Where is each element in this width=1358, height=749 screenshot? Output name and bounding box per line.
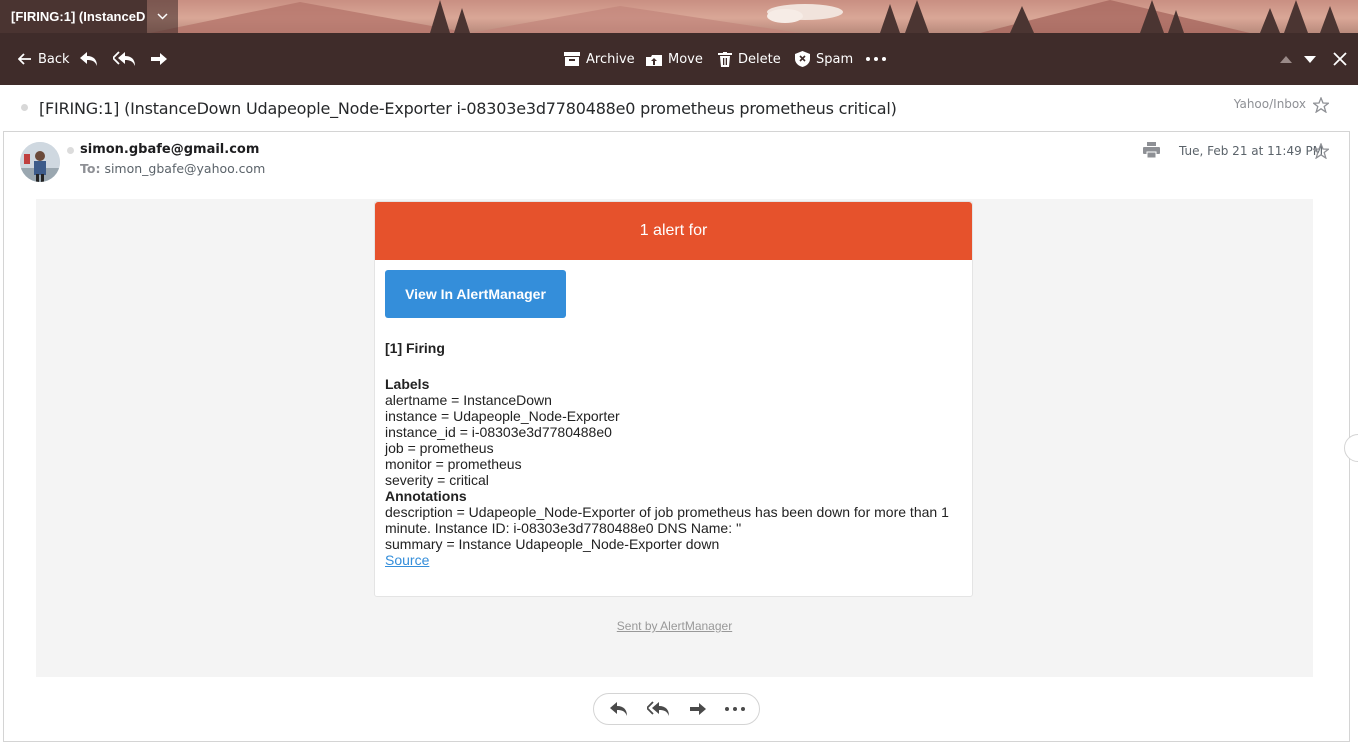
reply-all-button[interactable]	[113, 33, 135, 85]
message-date: Tue, Feb 21 at 11:49 PM	[1179, 144, 1324, 158]
reply-icon	[80, 52, 97, 66]
recipient-line: To: simon_gbafe@yahoo.com	[80, 161, 265, 176]
labels-heading: Labels	[385, 376, 430, 392]
more-actions-button[interactable]	[866, 33, 886, 85]
forward-button[interactable]	[150, 33, 168, 85]
message-subject: [FIRING:1] (InstanceDown Udapeople_Node-…	[39, 99, 897, 118]
star-icon[interactable]	[1313, 143, 1329, 159]
move-icon	[646, 55, 662, 66]
message-card: simon.gbafe@gmail.com To: simon_gbafe@ya…	[3, 131, 1350, 742]
delete-button[interactable]: Delete	[718, 33, 781, 85]
tab-current-message[interactable]: [FIRING:1] (InstanceD	[0, 0, 147, 33]
view-in-alertmanager-button[interactable]: View In AlertManager	[385, 270, 566, 318]
reply-button[interactable]	[79, 33, 98, 85]
annotation-line: description = Udapeople_Node-Exporter of…	[385, 504, 949, 536]
move-label: Move	[668, 51, 703, 67]
back-button[interactable]: Back	[18, 33, 70, 85]
sender-address[interactable]: simon.gbafe@gmail.com	[80, 142, 259, 157]
bottom-action-bar	[593, 693, 760, 725]
alert-container: 1 alert for View In AlertManager [1] Fir…	[374, 201, 973, 597]
label-line: monitor = prometheus	[385, 456, 522, 472]
more-icon[interactable]	[725, 707, 745, 711]
more-icon	[866, 57, 886, 61]
spam-button[interactable]: Spam	[795, 33, 853, 85]
forward-icon[interactable]	[689, 702, 707, 716]
print-icon[interactable]	[1143, 142, 1160, 158]
to-label: To:	[80, 161, 101, 176]
label-line: severity = critical	[385, 472, 489, 488]
delete-label: Delete	[738, 51, 781, 67]
close-icon	[1333, 52, 1347, 66]
avatar-image	[20, 142, 60, 182]
folder-path[interactable]: Yahoo/Inbox	[1234, 97, 1306, 111]
header-banner: [FIRING:1] (InstanceD	[0, 0, 1358, 33]
unread-indicator[interactable]	[21, 104, 28, 111]
chevron-down-icon	[157, 13, 168, 20]
recipient-address[interactable]: simon_gbafe@yahoo.com	[104, 161, 265, 176]
reply-icon[interactable]	[609, 701, 628, 717]
annotation-line: summary = Instance Udapeople_Node-Export…	[385, 536, 720, 552]
source-link[interactable]: Source	[385, 552, 960, 568]
previous-message-button[interactable]	[1280, 33, 1292, 85]
avatar[interactable]	[20, 142, 60, 182]
banner-scenery	[150, 0, 1340, 33]
message-toolbar: Back Archive Move Delete Spam	[0, 33, 1358, 85]
spam-label: Spam	[816, 51, 854, 67]
firing-heading: [1] Firing	[385, 340, 445, 356]
back-arrow-icon	[18, 53, 31, 65]
label-line: instance_id = i-08303e3d7780488e0	[385, 424, 612, 440]
back-label: Back	[38, 51, 70, 67]
sent-by-link[interactable]: Sent by AlertManager	[36, 619, 1313, 633]
tab-menu-button[interactable]	[147, 0, 178, 33]
label-line: instance = Udapeople_Node-Exporter	[385, 408, 620, 424]
label-line: alertname = InstanceDown	[385, 392, 552, 408]
email-body: 1 alert for View In AlertManager [1] Fir…	[36, 199, 1313, 677]
up-arrow-icon	[1280, 55, 1292, 63]
spam-shield-icon	[795, 51, 810, 67]
subject-row: [FIRING:1] (InstanceDown Udapeople_Node-…	[0, 85, 1358, 131]
label-line: job = prometheus	[385, 440, 494, 456]
alert-header: 1 alert for	[375, 202, 972, 260]
archive-label: Archive	[586, 51, 635, 67]
close-message-button[interactable]	[1333, 33, 1347, 85]
presence-indicator	[67, 147, 74, 154]
move-button[interactable]: Move	[646, 33, 703, 85]
alert-header-text: 1 alert for	[639, 222, 708, 239]
annotations-heading: Annotations	[385, 488, 467, 504]
trash-icon	[718, 51, 732, 67]
down-arrow-icon	[1304, 55, 1316, 63]
reply-all-icon	[113, 51, 135, 66]
archive-button[interactable]: Archive	[564, 33, 635, 85]
next-message-button[interactable]	[1304, 33, 1316, 85]
archive-icon	[564, 52, 580, 66]
tab-title: [FIRING:1] (InstanceD	[11, 9, 146, 24]
star-icon[interactable]	[1313, 97, 1329, 113]
forward-icon	[151, 53, 167, 65]
alert-details: [1] Firing Labels alertname = InstanceDo…	[385, 340, 960, 568]
reply-all-icon[interactable]	[647, 701, 669, 717]
